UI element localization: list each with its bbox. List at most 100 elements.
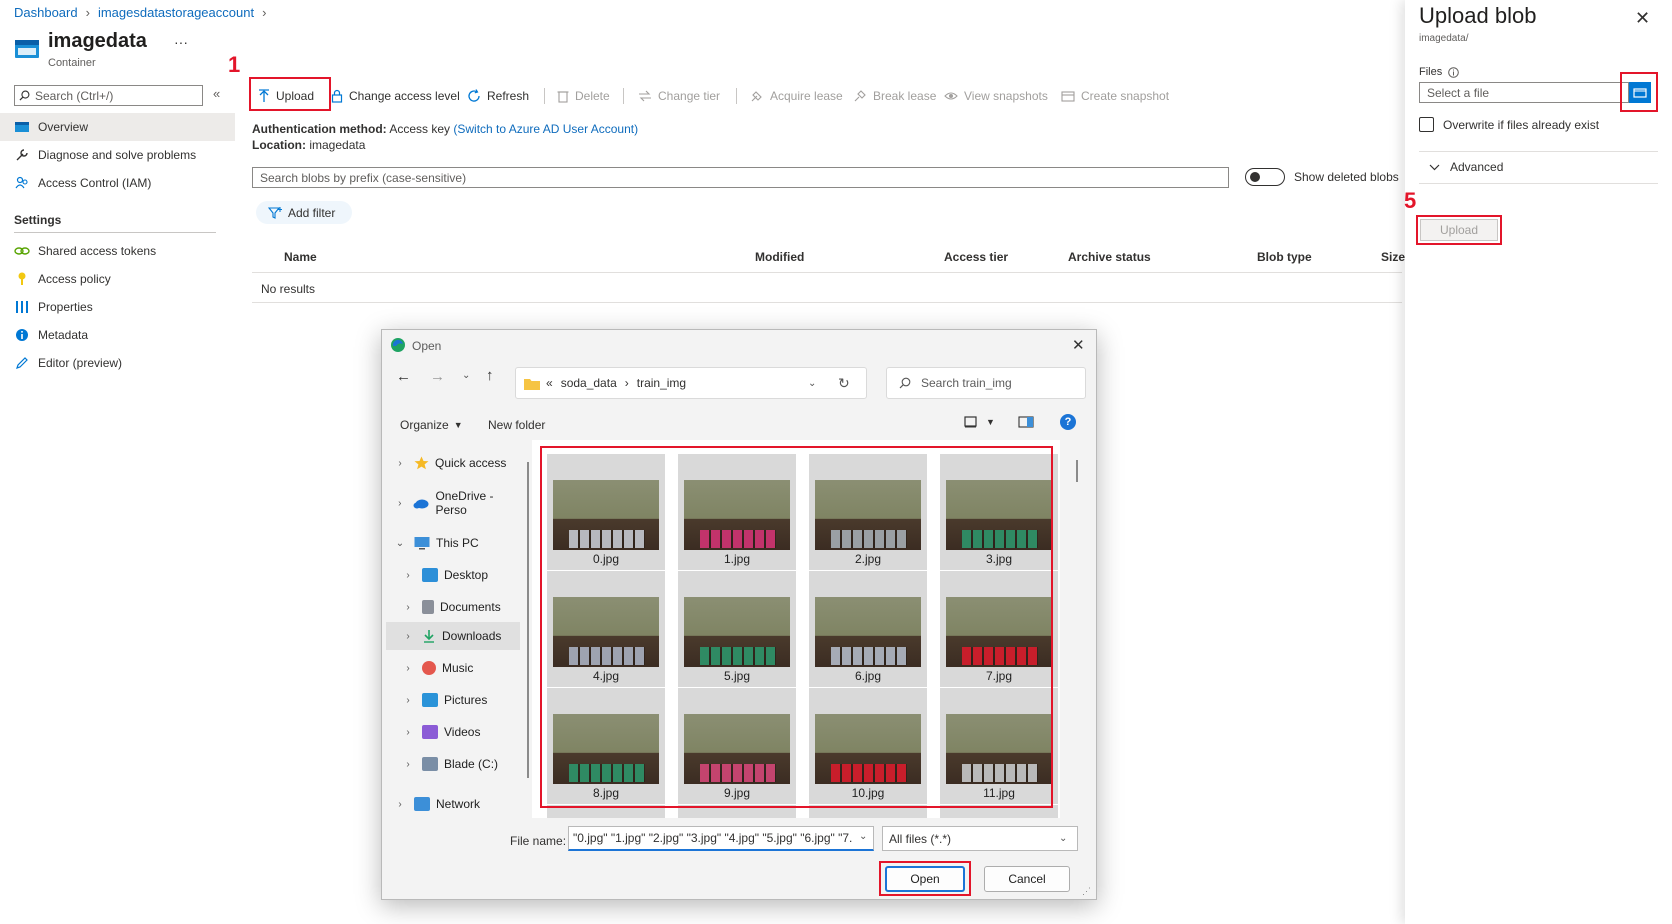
recent-locations-chevron-icon[interactable]: ⌄	[462, 370, 470, 381]
column-header-name[interactable]: Name	[284, 250, 317, 264]
filename-input[interactable]: "0.jpg" "1.jpg" "2.jpg" "3.jpg" "4.jpg" …	[568, 826, 874, 851]
cancel-button[interactable]: Cancel	[984, 866, 1070, 892]
trash-icon	[557, 89, 569, 103]
sidebar-item-metadata[interactable]: Metadata	[0, 321, 235, 349]
up-arrow-icon[interactable]: ↑	[486, 367, 494, 384]
column-header-size[interactable]: Size	[1381, 250, 1405, 264]
panel-divider	[1419, 151, 1658, 152]
column-header-modified[interactable]: Modified	[755, 250, 804, 264]
view-icon	[964, 416, 978, 428]
refresh-icon	[467, 89, 481, 103]
more-options-button[interactable]: ···	[174, 34, 188, 50]
folder-icon	[524, 377, 540, 390]
filename-label: File name:	[510, 834, 567, 848]
view-options-button[interactable]: ▼	[964, 416, 995, 428]
breadcrumb-storage-account[interactable]: imagesdatastorageaccount	[98, 5, 254, 20]
filetype-select[interactable]: All files (*.*) ⌄	[882, 826, 1078, 851]
address-dropdown-icon[interactable]: ⌄	[808, 378, 816, 389]
back-arrow-icon[interactable]: ←	[396, 368, 411, 385]
nav-label: OneDrive - Perso	[435, 489, 494, 517]
edge-icon	[390, 337, 406, 353]
search-icon	[19, 90, 30, 101]
cloud-icon	[413, 498, 429, 509]
highlight-open-button	[879, 861, 971, 896]
create-snapshot-button[interactable]: Create snapshot	[1061, 84, 1169, 108]
refresh-button[interactable]: Refresh	[467, 84, 529, 108]
filter-icon	[268, 206, 282, 219]
preview-pane-icon[interactable]	[1018, 416, 1034, 431]
sidebar-item-overview[interactable]: Overview	[0, 113, 235, 141]
view-snapshots-button[interactable]: View snapshots	[944, 84, 1048, 108]
tier-icon	[638, 90, 652, 102]
filename-dropdown-icon[interactable]: ⌄	[859, 831, 867, 842]
highlight-browse-button	[1620, 72, 1658, 112]
advanced-label: Advanced	[1450, 160, 1504, 174]
break-lease-button[interactable]: Break lease	[853, 84, 936, 108]
nav-item-downloads[interactable]: › Downloads	[402, 623, 501, 649]
path-chevron-icon: ›	[624, 376, 629, 390]
sidebar-item-label: Properties	[38, 300, 93, 314]
nav-item-videos[interactable]: › Videos	[402, 719, 480, 745]
nav-item-desktop[interactable]: › Desktop	[402, 562, 488, 588]
nav-item-this-pc[interactable]: ⌄ This PC	[394, 530, 479, 556]
new-folder-button[interactable]: New folder	[488, 418, 545, 432]
acquire-lease-button[interactable]: Acquire lease	[750, 84, 843, 108]
sidebar-item-diagnose[interactable]: Diagnose and solve problems	[0, 141, 235, 169]
nav-item-onedrive[interactable]: › OneDrive - Perso	[394, 489, 524, 517]
search-icon	[899, 377, 911, 389]
nav-item-drive-c[interactable]: › Blade (C:)	[402, 751, 498, 777]
collapse-sidebar-button[interactable]: «	[213, 86, 220, 101]
delete-button[interactable]: Delete	[557, 84, 610, 108]
wrench-icon	[14, 147, 30, 163]
help-icon[interactable]: ?	[1060, 414, 1076, 430]
organize-menu[interactable]: Organize ▼	[400, 418, 463, 432]
close-icon[interactable]: ✕	[1635, 8, 1650, 29]
star-icon	[414, 456, 429, 470]
open-file-dialog: Open ✕ ← → ⌄ ↑ « soda_data › train_img ⌄…	[381, 329, 1097, 900]
nav-item-quick-access[interactable]: › Quick access	[394, 450, 506, 476]
nav-item-pictures[interactable]: › Pictures	[402, 687, 487, 713]
overwrite-checkbox[interactable]	[1419, 117, 1434, 132]
change-tier-label: Change tier	[658, 89, 721, 103]
change-access-level-button[interactable]: Change access level	[331, 84, 460, 108]
column-header-access-tier[interactable]: Access tier	[944, 250, 1008, 264]
breadcrumb-dashboard[interactable]: Dashboard	[14, 5, 78, 20]
resize-grip-icon[interactable]: ⋰	[1082, 886, 1091, 897]
show-deleted-toggle[interactable]	[1245, 168, 1285, 186]
break-lease-icon	[853, 89, 867, 103]
path-train-img[interactable]: train_img	[637, 376, 686, 390]
nav-item-network[interactable]: › Network	[394, 791, 480, 817]
file-select-input[interactable]: Select a file	[1419, 82, 1629, 103]
sidebar-item-editor[interactable]: Editor (preview)	[0, 349, 235, 377]
sidebar-item-properties[interactable]: Properties	[0, 293, 235, 321]
refresh-icon[interactable]: ↻	[838, 375, 850, 392]
switch-auth-link[interactable]: (Switch to Azure AD User Account)	[453, 122, 638, 136]
address-bar[interactable]: « soda_data › train_img ⌄ ↻	[515, 367, 867, 399]
sidebar-item-shared-access-tokens[interactable]: Shared access tokens	[0, 237, 235, 265]
nav-scrollbar[interactable]	[527, 462, 529, 778]
nav-item-documents[interactable]: › Documents	[402, 594, 501, 620]
add-filter-button[interactable]: Add filter	[256, 201, 352, 224]
settings-header: Settings	[14, 213, 62, 227]
change-tier-button[interactable]: Change tier	[638, 84, 720, 108]
upload-blob-panel: Upload blob ✕ imagedata/ Files Select a …	[1404, 0, 1672, 924]
nav-item-music[interactable]: › Music	[402, 655, 473, 681]
properties-icon	[14, 299, 30, 315]
path-soda-data[interactable]: soda_data	[561, 376, 617, 390]
column-header-blob-type[interactable]: Blob type	[1257, 250, 1312, 264]
sidebar-item-label: Shared access tokens	[38, 244, 157, 258]
dialog-search-input[interactable]: Search train_img	[886, 367, 1086, 399]
navigation-pane: › Quick access › OneDrive - Perso ⌄ This…	[382, 442, 524, 894]
sidebar-item-iam[interactable]: Access Control (IAM)	[0, 169, 235, 197]
forward-arrow-icon[interactable]: →	[430, 368, 445, 385]
info-icon	[1448, 66, 1460, 78]
empty-table-message: No results	[261, 282, 316, 296]
column-header-archive-status[interactable]: Archive status	[1068, 250, 1151, 264]
sidebar-search-input[interactable]: Search (Ctrl+/)	[14, 85, 203, 106]
advanced-section-toggle[interactable]: Advanced	[1429, 160, 1503, 174]
blob-search-input[interactable]: Search blobs by prefix (case-sensitive)	[252, 167, 1229, 188]
file-grid-scrollbar[interactable]	[1076, 460, 1078, 482]
path-overflow[interactable]: «	[546, 376, 553, 390]
sidebar-item-access-policy[interactable]: Access policy	[0, 265, 235, 293]
dialog-close-icon[interactable]: ✕	[1072, 336, 1085, 354]
